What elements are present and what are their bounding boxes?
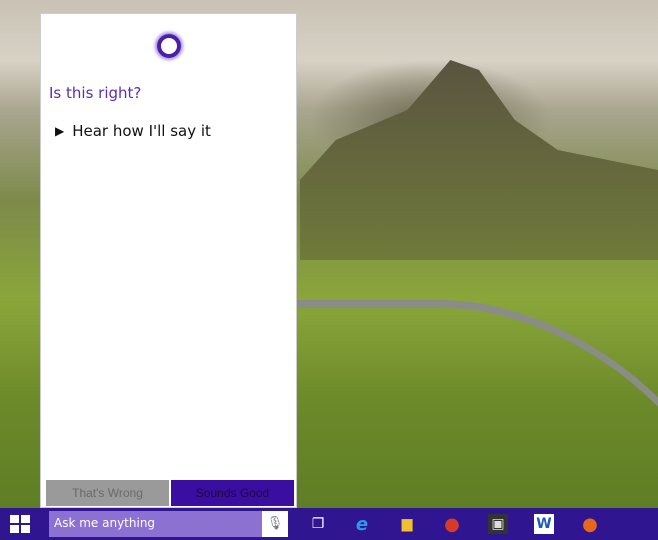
hear-pronunciation-link[interactable]: ▶ Hear how I'll say it	[55, 122, 211, 140]
cortana-ring-icon	[157, 34, 181, 58]
thats-wrong-button[interactable]: That's Wrong	[46, 480, 169, 506]
start-button[interactable]	[10, 515, 30, 533]
microphone-icon[interactable]: 🎙	[262, 511, 288, 537]
cortana-panel: Is this right? ▶ Hear how I'll say it Th…	[40, 13, 297, 508]
play-icon: ▶	[55, 124, 65, 138]
wallpaper-mountain	[300, 60, 658, 260]
firefox-icon[interactable]: ●	[580, 514, 600, 535]
sounds-good-button[interactable]: Sounds Good	[171, 480, 294, 506]
question-heading: Is this right?	[49, 84, 142, 102]
task-view-icon[interactable]: ❐	[308, 514, 328, 534]
chrome-icon[interactable]: ●	[442, 514, 462, 535]
hear-label: Hear how I'll say it	[72, 122, 211, 140]
word-icon[interactable]: W	[534, 514, 554, 534]
file-explorer-icon[interactable]: ▆	[397, 514, 417, 534]
taskbar: Ask me anything 🎙 ❐ e ▆ ● ▣ W ●	[0, 508, 658, 540]
search-placeholder: Ask me anything	[54, 516, 156, 530]
wallpaper-road	[259, 300, 658, 520]
store-icon[interactable]: ▣	[488, 514, 508, 534]
internet-explorer-icon[interactable]: e	[352, 514, 372, 535]
search-box[interactable]: Ask me anything 🎙	[49, 511, 288, 537]
